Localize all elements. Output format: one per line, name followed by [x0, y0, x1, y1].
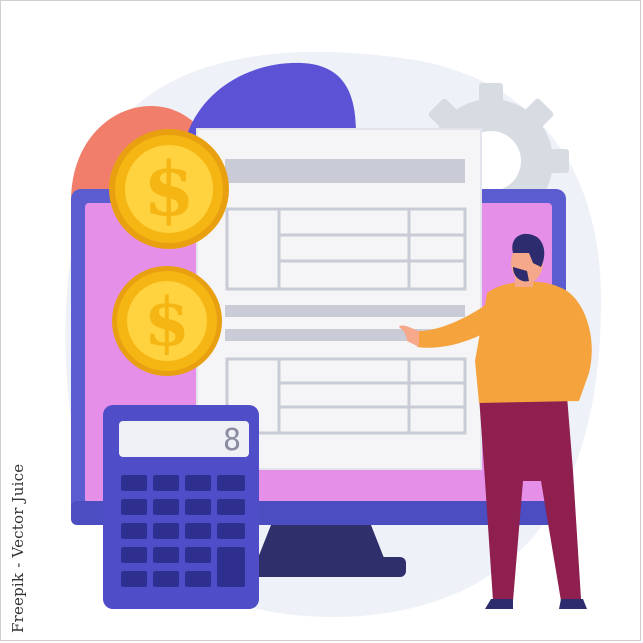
svg-text:$: $: [144, 283, 190, 361]
invoice-illustration: $ $ 8: [65, 51, 601, 617]
person-shoe-left: [485, 599, 513, 609]
calculator: 8: [103, 405, 259, 609]
form-header-bar: [225, 159, 465, 183]
svg-text:$: $: [143, 147, 195, 233]
calculator-display-value: 8: [223, 423, 241, 458]
dollar-coin-icon: $: [112, 266, 222, 376]
attribution-credit: Freepik - Vector Juice: [9, 463, 27, 633]
illustration-frame: $ $ 8 Freepik - Vector Juice: [0, 0, 641, 641]
form-divider-1: [225, 305, 465, 317]
dollar-coin-icon: $: [109, 129, 229, 249]
monitor-base: [236, 557, 406, 577]
person-shoe-right: [559, 599, 587, 609]
person-shirt: [475, 281, 592, 403]
